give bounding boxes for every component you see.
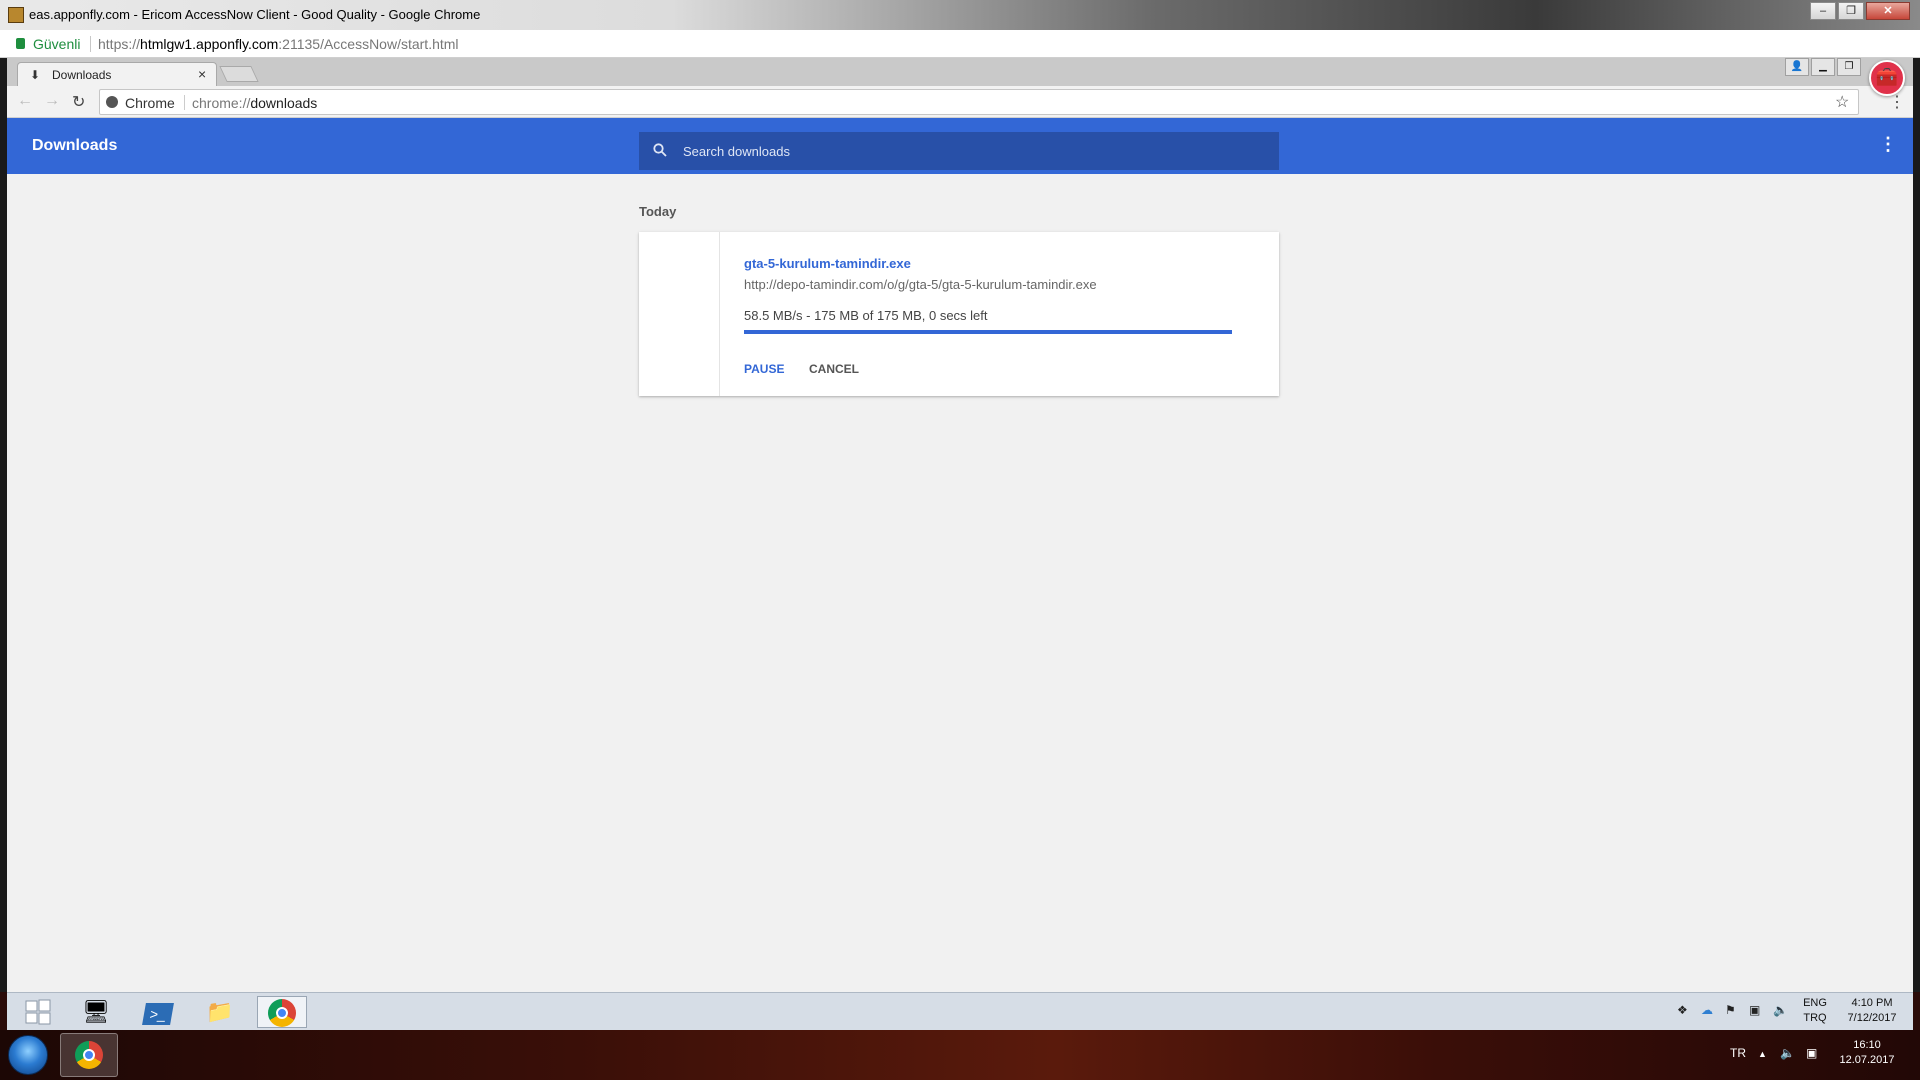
host-maximize-button[interactable]: ❐ <box>1838 2 1864 20</box>
toolbox-icon[interactable]: 🧰 <box>1869 60 1905 96</box>
inner-restore-button[interactable]: ❐ <box>1837 58 1861 76</box>
lock-icon <box>16 38 25 49</box>
host-minimize-button[interactable]: – <box>1810 2 1836 20</box>
host-window-title: eas.apponfly.com - Ericom AccessNow Clie… <box>29 7 481 22</box>
inner-minimize-button[interactable]: ▁ <box>1811 58 1835 76</box>
host-language[interactable]: TR <box>1730 1046 1746 1060</box>
volume-icon[interactable]: 🔈 <box>1773 1003 1788 1017</box>
input-language[interactable]: ENG TRQ <box>1797 996 1833 1026</box>
tab-label: Downloads <box>52 68 112 82</box>
download-progress-fill <box>744 330 1232 334</box>
file-explorer-icon[interactable]: 📁 <box>195 996 245 1028</box>
host-url[interactable]: https://htmlgw1.apponfly.com:21135/Acces… <box>98 36 459 52</box>
url-scheme: https:// <box>98 36 141 52</box>
show-hidden-icons-icon[interactable]: ▲ <box>1758 1049 1767 1059</box>
lang-secondary: TRQ <box>1803 1012 1827 1024</box>
search-input[interactable] <box>683 132 1263 170</box>
remote-date: 7/12/2017 <box>1847 1012 1897 1024</box>
taskbar-chrome-app[interactable] <box>257 996 307 1028</box>
forward-icon[interactable]: → <box>44 92 60 110</box>
remote-clock[interactable]: 4:10 PM 7/12/2017 <box>1839 996 1905 1026</box>
search-box[interactable] <box>639 132 1279 170</box>
pause-button[interactable]: PAUSE <box>744 362 784 376</box>
host-window-titlebar: eas.apponfly.com - Ericom AccessNow Clie… <box>0 0 1920 30</box>
page-title: Downloads <box>32 137 118 154</box>
windows-logo-icon <box>25 999 51 1025</box>
tab-downloads[interactable]: ⬇ Downloads × <box>17 62 217 86</box>
bookmark-star-icon[interactable]: ☆ <box>1835 92 1849 112</box>
flag-icon[interactable]: ⚑ <box>1725 1003 1736 1017</box>
omnibox-url-prefix: chrome:// <box>192 95 251 111</box>
chrome-page-icon <box>106 96 118 108</box>
host-start-button[interactable] <box>8 1035 48 1075</box>
omnibox-separator <box>184 95 185 110</box>
file-icon-column <box>639 232 720 396</box>
inner-tab-strip: ⬇ Downloads × 👤 ▁ ❐ <box>7 58 1913 86</box>
download-progress-bar <box>744 330 1232 334</box>
server-manager-icon[interactable]: 🖥 <box>71 996 121 1028</box>
cloud-icon[interactable]: ☁ <box>1701 1003 1713 1017</box>
remote-desktop: ⬇ Downloads × 👤 ▁ ❐ 🧰 ← → ↻ Chrome chrom… <box>7 58 1913 992</box>
remote-frame-right <box>1913 58 1920 992</box>
chrome-icon <box>268 999 296 1027</box>
host-time: 16:10 <box>1853 1039 1881 1051</box>
url-host: htmlgw1.apponfly.com <box>140 36 279 52</box>
host-clock[interactable]: 16:10 12.07.2017 <box>1832 1038 1902 1068</box>
inner-toolbar: ← → ↻ Chrome chrome://downloads ☆ ⋮ <box>7 86 1913 118</box>
omnibox-scheme-label: Chrome <box>125 95 175 111</box>
host-date: 12.07.2017 <box>1839 1054 1895 1066</box>
address-separator <box>90 36 91 52</box>
lang-primary: ENG <box>1803 997 1827 1009</box>
new-tab-button[interactable] <box>219 66 259 82</box>
app-icon <box>8 7 24 23</box>
secure-label: Güvenli <box>33 36 81 52</box>
host-address-bar[interactable]: Güvenli https://htmlgw1.apponfly.com:211… <box>0 30 1920 58</box>
date-section-label: Today <box>639 204 677 219</box>
omnibox-url-host: downloads <box>250 95 318 111</box>
cancel-button[interactable]: CANCEL <box>809 362 859 376</box>
url-rest: :21135/AccessNow/start.html <box>278 36 459 52</box>
host-close-button[interactable]: ✕ <box>1866 2 1910 20</box>
profile-icon[interactable]: 👤 <box>1785 58 1809 76</box>
back-icon[interactable]: ← <box>17 92 33 110</box>
host-network-icon[interactable]: ▣ <box>1806 1046 1817 1060</box>
remote-taskbar: 🖥 >_ 📁 ❖ ☁ ⚑ ▣ 🔈 ENG TRQ 4:10 PM 7/12/20… <box>7 992 1913 1030</box>
host-taskbar: TR ▲ 🔈 ▣ 16:10 12.07.2017 <box>0 1030 1920 1080</box>
remote-frame-left <box>0 58 7 992</box>
download-filename-link[interactable]: gta-5-kurulum-tamindir.exe <box>744 256 911 271</box>
dropbox-icon[interactable]: ❖ <box>1677 1003 1688 1017</box>
download-status: 58.5 MB/s - 175 MB of 175 MB, 0 secs lef… <box>744 308 988 323</box>
download-icon: ⬇ <box>30 68 41 82</box>
network-icon[interactable]: ▣ <box>1749 1003 1760 1017</box>
host-chrome-icon <box>75 1041 103 1069</box>
tab-close-icon[interactable]: × <box>198 66 206 82</box>
remote-time: 4:10 PM <box>1851 997 1893 1009</box>
download-item: gta-5-kurulum-tamindir.exe http://depo-t… <box>639 232 1279 396</box>
more-options-icon[interactable]: ⋮ <box>1879 134 1897 155</box>
omnibox[interactable]: Chrome chrome://downloads ☆ <box>99 89 1859 115</box>
powershell-icon[interactable]: >_ <box>133 996 183 1028</box>
host-volume-icon[interactable]: 🔈 <box>1780 1046 1795 1060</box>
reload-icon[interactable]: ↻ <box>72 92 85 112</box>
omnibox-url[interactable]: chrome://downloads <box>192 95 317 111</box>
download-source-url[interactable]: http://depo-tamindir.com/o/g/gta-5/gta-5… <box>744 277 1097 292</box>
downloads-header: Downloads ⋮ <box>7 118 1913 174</box>
search-icon <box>653 143 667 157</box>
host-chrome-app[interactable] <box>60 1033 118 1077</box>
windows-start-button[interactable] <box>13 996 63 1028</box>
